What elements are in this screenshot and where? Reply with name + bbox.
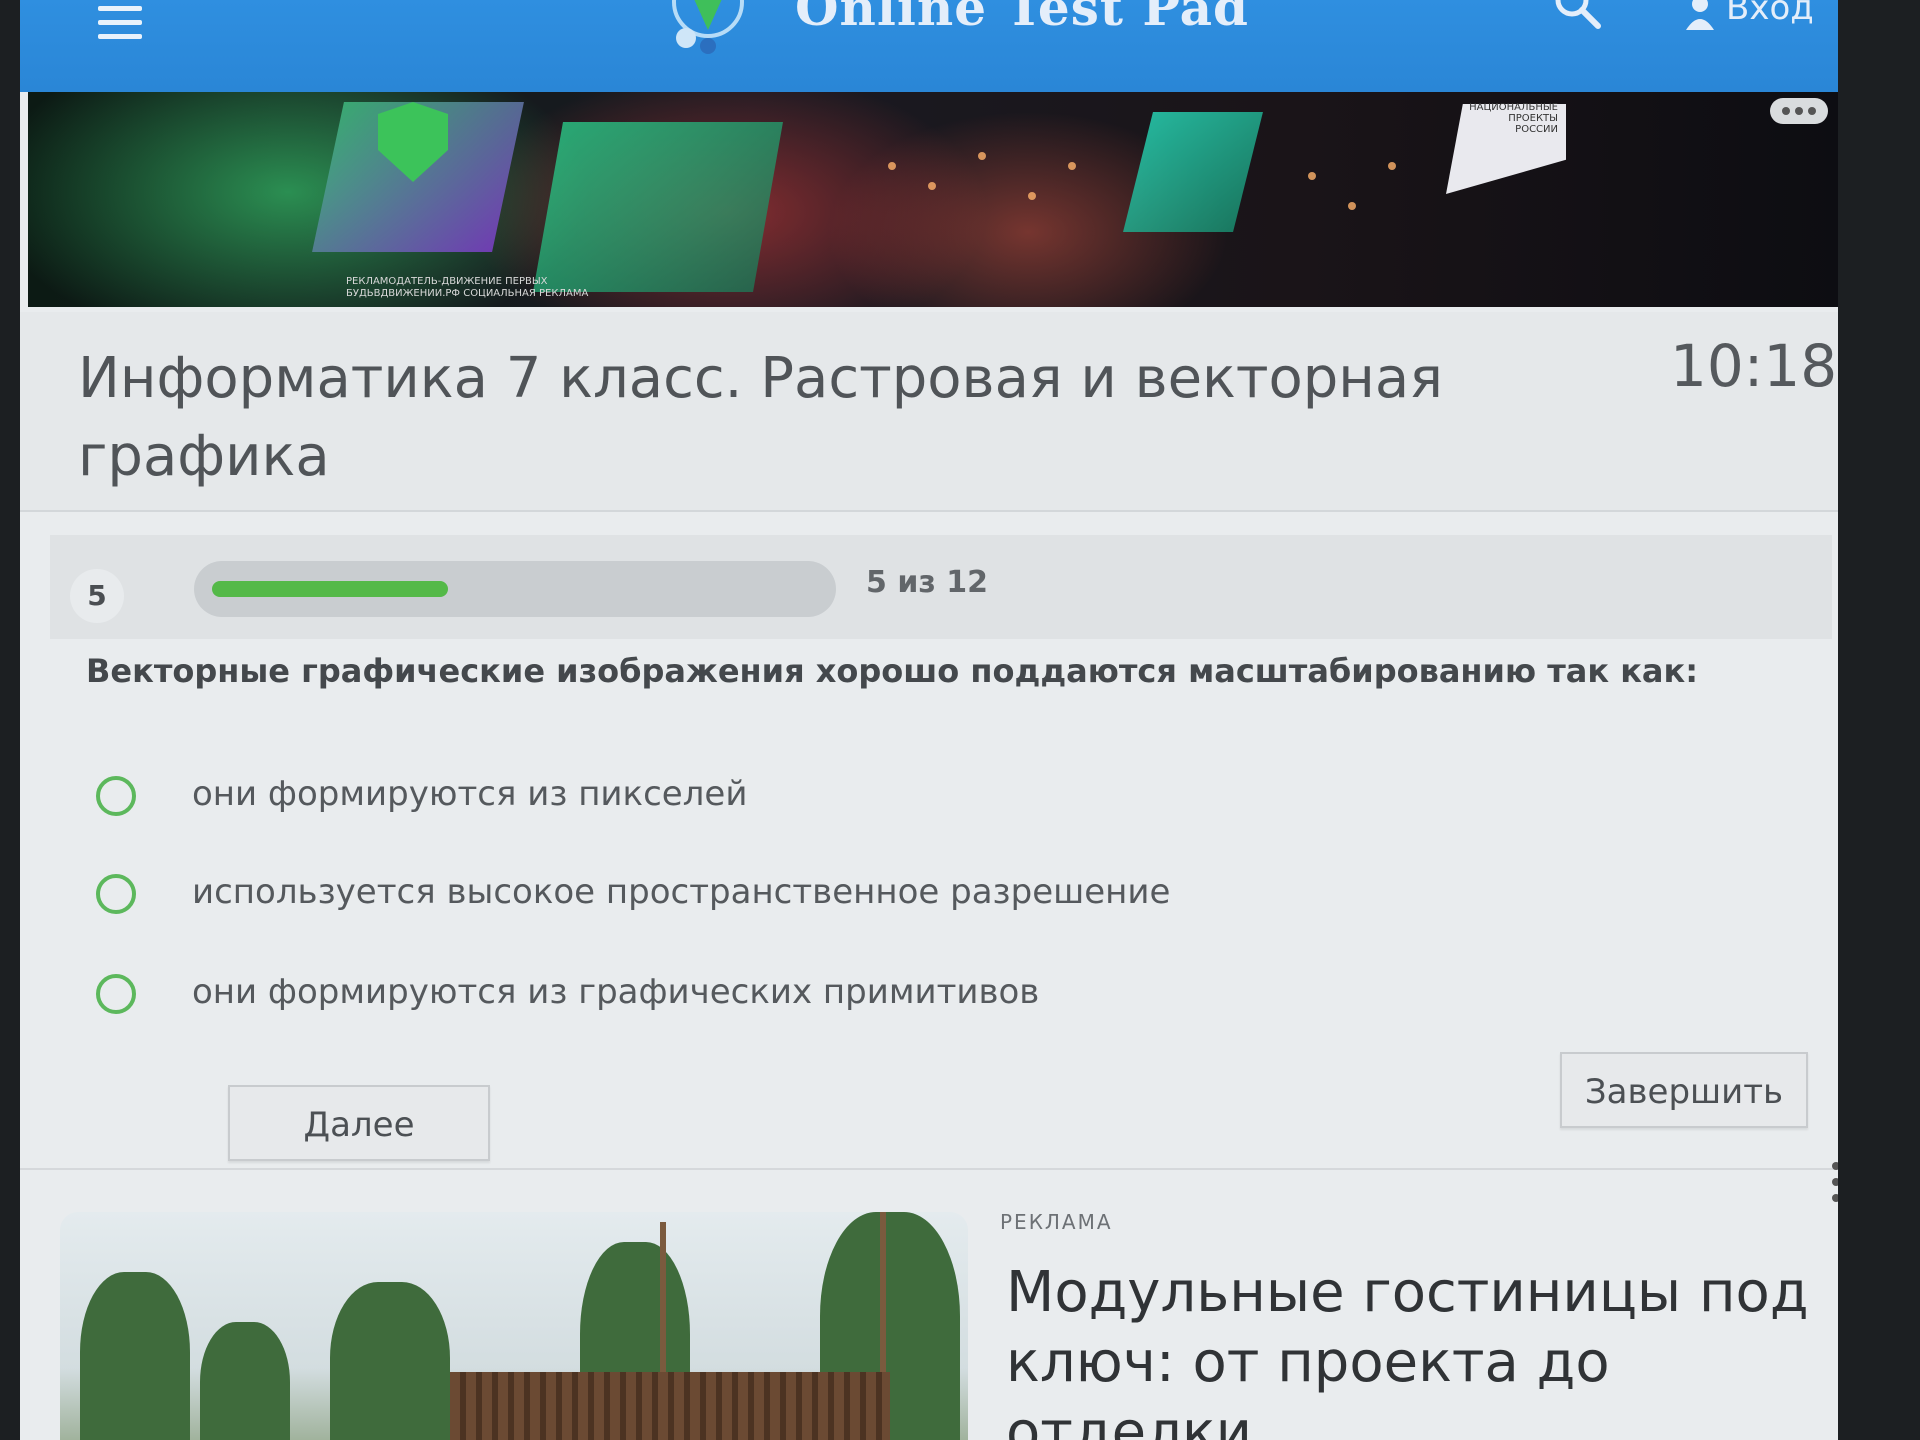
ad-more-icon[interactable] [1832, 1162, 1838, 1210]
user-icon[interactable] [1680, 0, 1720, 34]
radio-button[interactable] [96, 874, 136, 914]
progress-text: 5 из 12 [866, 565, 988, 600]
login-link[interactable]: Вход [1726, 0, 1814, 28]
radio-button[interactable] [96, 776, 136, 816]
test-title-card: Информатика 7 класс. Растровая и векторн… [20, 312, 1838, 512]
answer-option[interactable]: они формируются из графических примитиво… [96, 970, 1296, 1026]
cabin-picture [450, 1372, 890, 1440]
answer-label[interactable]: они формируются из графических примитиво… [192, 972, 1039, 1012]
banner-decor [1123, 112, 1263, 232]
radio-button[interactable] [96, 974, 136, 1014]
timer: 10:18 [1670, 332, 1838, 400]
question-text: Векторные графические изображения хорошо… [86, 652, 1699, 690]
menu-icon[interactable] [98, 6, 142, 40]
ad-banner[interactable]: РЕКЛАМОДАТЕЛЬ-ДВИЖЕНИЕ ПЕРВЫХ БУДЬВДВИЖЕ… [28, 92, 1838, 307]
ad-label: РЕКЛАМА [1000, 1210, 1113, 1234]
finish-button[interactable]: Завершить [1560, 1052, 1808, 1128]
top-navigation-bar: Online Test Pad Вход [20, 0, 1838, 92]
brand-name[interactable]: Online Test Pad [795, 0, 1249, 37]
banner-decor [533, 122, 783, 292]
next-button[interactable]: Далее [228, 1085, 490, 1161]
ad-title[interactable]: Модульные гостиницы под ключ: от проекта… [1006, 1258, 1826, 1440]
progress-bar-fill [212, 581, 448, 597]
screen: Online Test Pad Вход РЕКЛАМОДАТЕЛЬ-ДВИЖЕ… [20, 0, 1838, 1440]
answer-option[interactable]: используется высокое пространственное ра… [96, 870, 1296, 926]
question-number: 5 [70, 569, 124, 623]
progress-bar [194, 561, 836, 617]
answer-option[interactable]: они формируются из пикселей [96, 772, 1296, 828]
logo-icon[interactable] [660, 0, 756, 56]
answer-label[interactable]: они формируются из пикселей [192, 774, 747, 814]
divider [20, 1168, 1838, 1170]
national-projects-text: НАЦИОНАЛЬНЫЕ ПРОЕКТЫ РОССИИ [1469, 102, 1558, 135]
banner-caption: РЕКЛАМОДАТЕЛЬ-ДВИЖЕНИЕ ПЕРВЫХ БУДЬВДВИЖЕ… [346, 276, 589, 299]
page-title: Информатика 7 класс. Растровая и векторн… [78, 346, 1443, 489]
ad-image[interactable] [60, 1212, 968, 1440]
search-icon[interactable] [1550, 0, 1606, 38]
answer-label[interactable]: используется высокое пространственное ра… [192, 872, 1170, 912]
progress-row: 5 5 из 12 [50, 535, 1832, 639]
more-options-button[interactable] [1770, 98, 1828, 124]
